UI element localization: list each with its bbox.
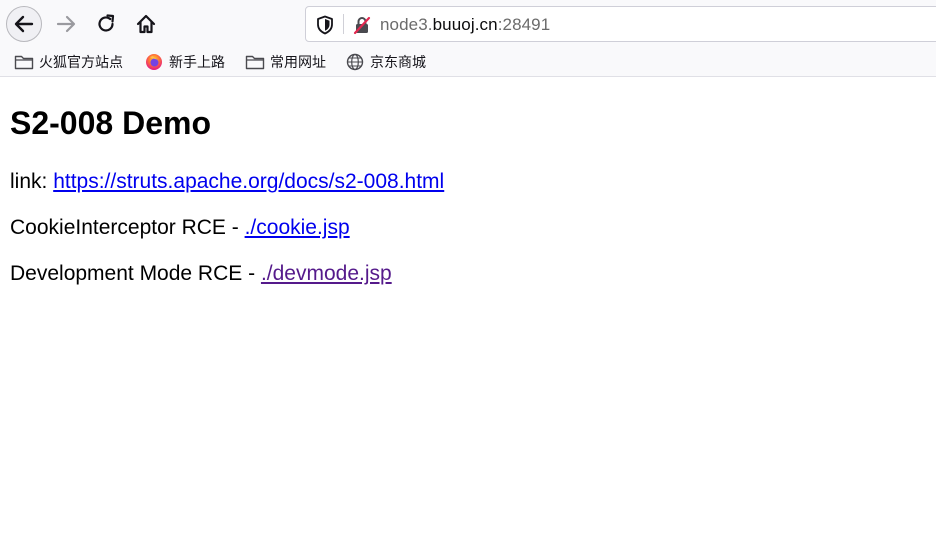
devmode-link[interactable]: ./devmode.jsp — [261, 262, 392, 285]
bookmark-label: 京东商城 — [370, 54, 426, 70]
tracking-protection-shield-icon[interactable] — [316, 15, 334, 35]
back-button[interactable] — [6, 6, 42, 42]
page-title: S2-008 Demo — [10, 105, 211, 141]
bookmark-label: 新手上路 — [169, 54, 225, 70]
bookmark-label: 常用网址 — [270, 54, 326, 70]
reference-line: link: https://struts.apache.org/docs/s2-… — [10, 170, 444, 194]
insecure-lock-icon[interactable] — [352, 15, 372, 35]
devmode-line: Development Mode RCE - ./devmode.jsp — [10, 262, 392, 286]
forward-button[interactable] — [48, 6, 84, 42]
devmode-label: Development Mode RCE - — [10, 262, 261, 285]
url-domain: buuoj.cn — [432, 15, 498, 34]
arrow-right-icon — [56, 15, 76, 33]
bookmark-common-sites[interactable]: 常用网址 — [245, 51, 326, 73]
arrow-left-icon — [14, 15, 34, 33]
bookmark-label: 火狐官方站点 — [39, 54, 123, 70]
browser-toolbar: node3.buuoj.cn:28491 — [0, 0, 936, 47]
reload-button[interactable] — [88, 6, 124, 42]
reference-label: link: — [10, 170, 54, 193]
url-text[interactable]: node3.buuoj.cn:28491 — [380, 15, 550, 35]
reload-icon — [98, 14, 115, 32]
url-port: :28491 — [497, 15, 551, 34]
folder-icon — [14, 53, 34, 71]
cookie-line: CookieInterceptor RCE - ./cookie.jsp — [10, 216, 350, 240]
bookmarks-toolbar: 火狐官方站点 新手上路 常用网址 京东商城 — [0, 47, 936, 77]
home-icon — [136, 14, 156, 34]
cookie-link[interactable]: ./cookie.jsp — [245, 216, 350, 239]
firefox-icon — [144, 53, 164, 71]
reference-link[interactable]: https://struts.apache.org/docs/s2-008.ht… — [53, 170, 444, 193]
home-button[interactable] — [128, 6, 164, 42]
globe-icon — [345, 53, 365, 71]
bookmark-jd-mall[interactable]: 京东商城 — [345, 51, 426, 73]
bookmark-firefox-official[interactable]: 火狐官方站点 — [14, 51, 123, 73]
url-host-prefix: node3. — [380, 15, 433, 34]
folder-icon — [245, 53, 265, 71]
cookie-label: CookieInterceptor RCE - — [10, 216, 245, 239]
bookmark-getting-started[interactable]: 新手上路 — [144, 51, 225, 73]
urlbar-separator — [343, 14, 344, 34]
address-bar[interactable]: node3.buuoj.cn:28491 — [305, 6, 936, 42]
